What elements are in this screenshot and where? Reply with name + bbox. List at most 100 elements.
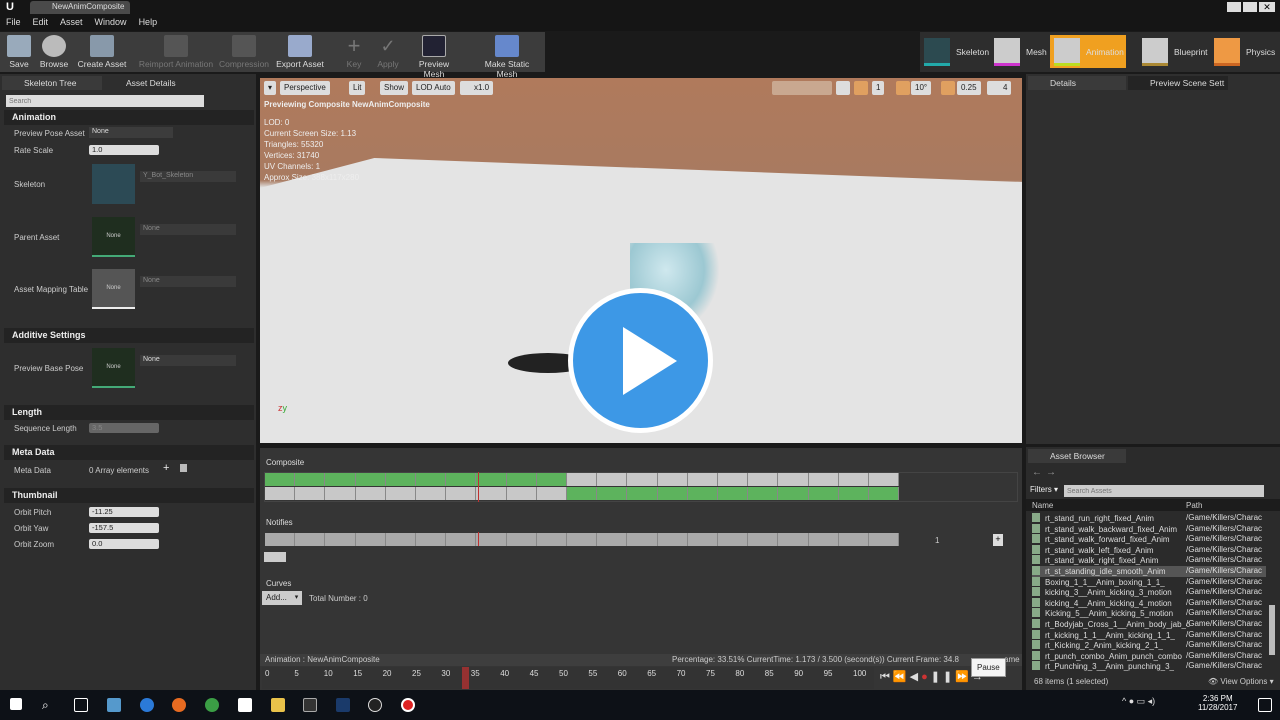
forward-arrow-icon[interactable]: → [1046,467,1056,478]
clock[interactable]: 2:36 PM 11/28/2017 [1198,694,1237,712]
section-length[interactable]: Length [4,405,254,420]
show-button[interactable]: Show [380,81,409,95]
preview-pose-asset-dropdown[interactable]: None [89,127,173,138]
notify-cell[interactable] [325,533,356,546]
segment-cell-active[interactable] [265,473,296,486]
segment-cell-active[interactable] [506,473,537,486]
asset-row[interactable]: kicking_4__Anim_kicking_4_motion/Game/Ki… [1032,597,1266,609]
tab-preview-scene-settings[interactable]: Preview Scene Sett [1128,76,1228,90]
edge-icon[interactable] [140,698,154,712]
segment-cell-active[interactable] [838,487,869,500]
record-button[interactable]: ● [921,671,931,683]
mode-mesh[interactable]: Mesh [994,35,1047,68]
notify-cell[interactable] [597,533,628,546]
rate-scale-field[interactable]: 1.0 [89,145,159,155]
mode-animation[interactable]: Animation [1050,35,1126,68]
world-local-icon[interactable] [836,81,850,95]
document-tab[interactable]: NewAnimComposite [30,1,130,14]
section-meta-data[interactable]: Meta Data [4,445,254,460]
segment-cell[interactable] [627,473,658,486]
preview-base-pose-thumbnail[interactable]: None [92,348,135,388]
segment-cell[interactable] [838,473,869,486]
save-button[interactable]: Save [4,32,34,72]
epic-launcher-icon[interactable] [303,698,317,712]
segment-cell-active[interactable] [627,487,658,500]
view-options-button[interactable]: 👁 View Options ▾ [1208,677,1274,686]
asset-row[interactable]: rt_Punching_3__Anim_punching_3_ /Game/Kil… [1032,661,1266,672]
pause-button[interactable]: ❚❚ [931,671,955,683]
segment-cell-active[interactable] [869,487,900,500]
add-notify-track-button[interactable]: + [993,534,1003,546]
composite-section[interactable]: Composite [266,458,304,467]
transform-tools[interactable] [772,81,832,95]
skip-to-start-button[interactable]: ⏮ [880,671,893,683]
segment-cell-active[interactable] [295,473,326,486]
notify-cell[interactable] [536,533,567,546]
record-app-icon[interactable] [401,698,415,712]
notify-cell[interactable] [295,533,326,546]
mode-skeleton[interactable]: Skeleton [924,35,989,68]
key-button[interactable]: + Key [342,32,366,72]
segment-cell-active[interactable] [718,487,749,500]
asset-row[interactable]: rt_kicking_1_1__Anim_kicking_1_1_ /Game/K… [1032,629,1266,641]
add-element-icon[interactable]: + [163,462,169,474]
search-input[interactable] [6,95,204,107]
segment-cell[interactable] [597,473,628,486]
skeleton-dropdown[interactable]: Y_Bot_Skeleton [140,171,236,182]
asset-row[interactable]: rt_st_standing_idle_smooth_Anim/Game/Kil… [1032,566,1266,577]
segment-cell[interactable] [355,487,386,500]
export-asset-button[interactable]: Export Asset [274,32,326,72]
notify-cell[interactable] [506,533,537,546]
orbit-yaw-field[interactable]: -157.5 [89,523,159,533]
rotation-snap-icon[interactable] [896,81,910,95]
segment-cell-active[interactable] [325,473,356,486]
notify-cell[interactable] [718,533,749,546]
notify-cell[interactable] [778,533,809,546]
asset-row[interactable]: rt_stand_walk_left_fixed_Anim/Game/Kille… [1032,544,1266,556]
video-play-overlay[interactable] [568,288,713,433]
notify-cell[interactable] [355,533,386,546]
asset-row[interactable]: rt_Kicking_2_Anim_kicking_2_1_ /Game/Kill… [1032,640,1266,651]
store-icon[interactable] [107,698,121,712]
segment-cell[interactable] [325,487,356,500]
notify-cell[interactable] [627,533,658,546]
notify-cell[interactable] [687,533,718,546]
segment-cell[interactable] [446,487,477,500]
search-icon[interactable]: ⌕ [42,698,56,712]
segment-cell[interactable] [718,473,749,486]
segment-cell[interactable] [567,473,598,486]
asset-row[interactable]: rt_stand_walk_backward_fixed_Anim/Game/K… [1032,523,1266,535]
asset-list-scrollbar[interactable] [1269,605,1275,655]
segment-cell-active[interactable] [597,487,628,500]
playback-speed-button[interactable]: x1.0 [460,81,494,95]
viewport-options-button[interactable]: ▾ [264,81,277,95]
asset-row[interactable]: rt_stand_run_right_fixed_Anim/Game/Kille… [1032,513,1266,524]
section-additive-settings[interactable]: Additive Settings [4,328,254,343]
file-explorer-icon[interactable] [271,698,285,712]
apply-button[interactable]: ✓ Apply [374,32,402,72]
mail-icon[interactable] [238,698,252,712]
trash-icon[interactable] [180,464,187,472]
unreal-editor-icon[interactable] [368,698,382,712]
preview-mesh-button[interactable]: Preview Mesh [408,32,460,79]
parent-asset-thumbnail[interactable]: None [92,217,135,257]
play-reverse-button[interactable]: ◀ [910,671,921,683]
asset-row[interactable]: Kicking_5__Anim_kicking_5_motion/Game/Ki… [1032,608,1266,619]
segment-cell[interactable] [748,473,779,486]
segment-cell[interactable] [657,473,688,486]
notify-cell[interactable] [657,533,688,546]
scale-snap-value[interactable]: 0.25 [957,81,981,95]
asset-mapping-dropdown[interactable]: None [140,276,236,287]
segment-cell-active[interactable] [657,487,688,500]
notify-cell[interactable] [265,533,296,546]
segment-cell[interactable] [295,487,326,500]
notify-cell[interactable] [869,533,900,546]
column-path[interactable]: Path [1186,501,1202,510]
notify-cell[interactable] [748,533,779,546]
lit-button[interactable]: Lit [349,81,366,95]
close-button[interactable]: ✕ [1259,2,1275,12]
chrome-icon[interactable] [205,698,219,712]
notify-cell[interactable] [416,533,447,546]
skeleton-thumbnail[interactable] [92,164,135,204]
visual-studio-icon[interactable] [336,698,350,712]
